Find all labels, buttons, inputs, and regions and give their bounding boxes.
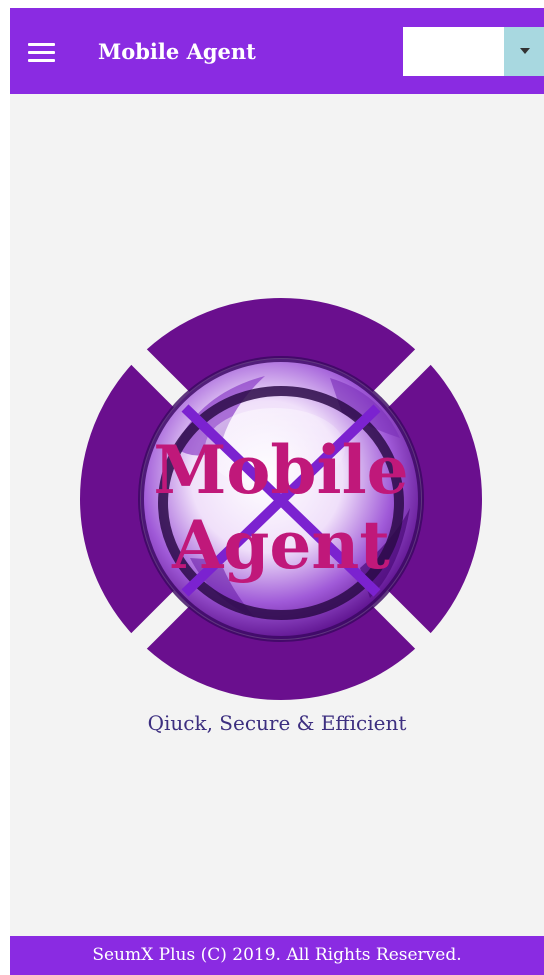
caret-down-icon[interactable] (504, 27, 544, 76)
agent-select-dropdown[interactable] (403, 27, 544, 76)
app-bar: Mobile Agent (10, 8, 544, 94)
tagline: Qiuck, Secure & Efficient (147, 711, 407, 735)
logo-graphic: Mobile Agent (80, 298, 482, 700)
logo-text-line2: Agent (171, 506, 390, 584)
app-title: Mobile Agent (98, 39, 256, 64)
logo-text-line1: Mobile (153, 431, 408, 509)
footer-copyright: SeumX Plus (C) 2019. All Rights Reserved… (10, 936, 544, 975)
app-screen: Mobile Agent Mobile Agent Qiuck, Secure … (10, 8, 544, 975)
mobile-agent-logo: Mobile Agent (80, 298, 482, 700)
hamburger-menu-icon[interactable] (26, 40, 60, 64)
